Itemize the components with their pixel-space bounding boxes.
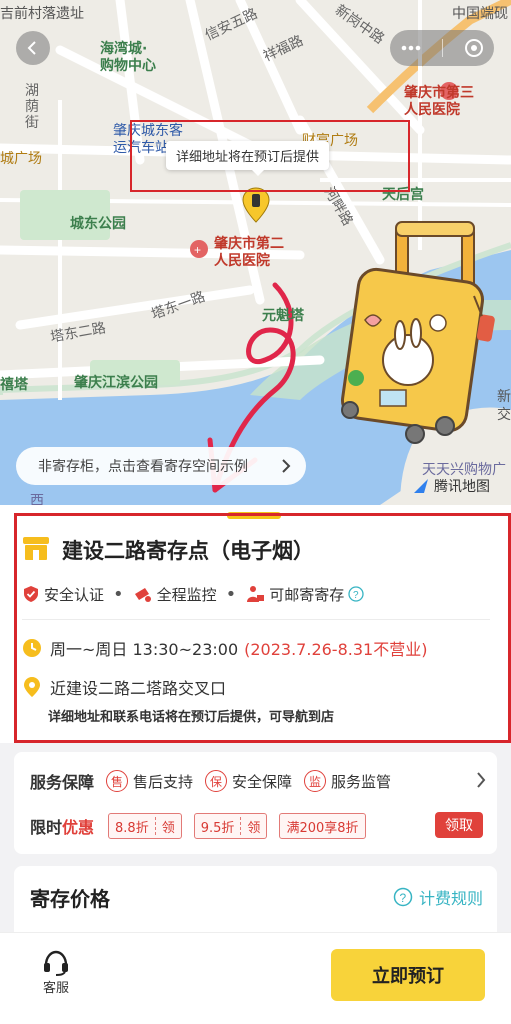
coupon-95[interactable]: 9.5折 领 — [193, 813, 268, 839]
close-target-icon[interactable] — [464, 38, 484, 58]
billing-rules-label: 计费规则 — [418, 889, 483, 908]
svg-text:?: ? — [399, 891, 406, 905]
map-label-third-hospital-2: 人民医院 — [404, 102, 460, 118]
map-label-plaza: 城广场 — [0, 151, 42, 167]
map-view[interactable]: + 吉前村落遗址 信安五路 祥福路 新岗中路 中国端砚 海湾城· 购物中心 湖 … — [0, 0, 511, 505]
coupon-cut — [240, 817, 242, 835]
promo-title: 限时优惠 — [30, 814, 94, 838]
map-label-zhongguo: 中国端砚 — [452, 6, 508, 22]
service-item-label: 售后支持 — [133, 772, 194, 791]
store-icon — [22, 535, 50, 565]
divider — [22, 619, 490, 620]
map-label-jiao: 交 — [497, 407, 511, 423]
customer-service-button[interactable]: 客服 — [38, 949, 74, 996]
camera-icon — [134, 588, 151, 602]
coupon-text: 8.8折 — [115, 820, 149, 836]
svg-text:?: ? — [353, 590, 359, 601]
map-label-village: 吉前村落遗址 — [0, 6, 84, 22]
feature-certified-label: 安全认证 — [44, 585, 105, 604]
map-label-haiwan-2: 购物中心 — [100, 58, 156, 74]
more-icon[interactable] — [401, 45, 421, 51]
map-label-second-hospital-2: 人民医院 — [214, 253, 270, 269]
map-label-xiangta: 禧塔 — [0, 377, 28, 393]
help-circle-icon: ? — [393, 887, 413, 907]
coupon-cut — [154, 817, 156, 835]
safety-badge-icon: 保 — [205, 770, 228, 792]
map-label-hupin-3: 街 — [25, 115, 39, 131]
store-info-card: 建设二路寄存点（电子烟） 安全认证 • 全程监控 • 可邮寄寄存 ? 周一~周日… — [0, 505, 511, 743]
map-label-xi: 西 — [30, 493, 44, 505]
closed-notice: (2023.7.26-8.31不营业) — [244, 640, 428, 659]
coupon-text: 满200享8折 — [286, 820, 359, 836]
customer-service-label: 客服 — [42, 981, 69, 996]
storage-example-link[interactable]: 非寄存柜，点击查看寄存空间示例 — [16, 447, 306, 485]
store-address: 近建设二路二塔路交叉口 — [22, 675, 226, 699]
help-circle-icon[interactable]: ? — [348, 586, 364, 602]
business-hours: 周一~周日 13:30~23:00 (2023.7.26-8.31不营业) — [22, 636, 427, 660]
store-address-text: 近建设二路二塔路交叉口 — [50, 679, 227, 698]
service-item-supervision: 监 服务监管 — [304, 770, 391, 792]
service-item-aftersales: 售 售后支持 — [106, 770, 193, 792]
coupon-action: 领 — [161, 820, 175, 836]
coupon-text: 9.5折 — [200, 820, 235, 836]
supervision-badge-icon: 监 — [304, 770, 327, 792]
service-item-safety: 保 安全保障 — [205, 770, 292, 792]
shield-check-icon — [24, 586, 38, 602]
feature-monitoring-label: 全程监控 — [156, 585, 217, 604]
store-name: 建设二路寄存点（电子烟） — [62, 539, 314, 563]
map-label-yuankui: 元魁塔 — [262, 308, 304, 324]
service-item-label: 安全保障 — [232, 772, 293, 791]
address-tooltip: 详细地址将在预订后提供 — [166, 141, 330, 176]
chevron-right-icon[interactable] — [475, 770, 487, 790]
feature-monitoring: 全程监控 — [133, 584, 217, 605]
service-card[interactable]: 服务保障 售 售后支持 保 安全保障 监 服务监管 限时优惠 8.8折 领 9.… — [14, 752, 497, 854]
map-provider-label: 腾讯地图 — [434, 479, 490, 495]
service-guarantee-row: 服务保障 售 售后支持 保 安全保障 监 服务监管 — [30, 769, 403, 793]
feature-list: 安全认证 • 全程监控 • 可邮寄寄存 ? — [22, 583, 364, 605]
headset-icon — [44, 950, 68, 976]
map-label-jiangbin: 肇庆江滨公园 — [74, 375, 158, 391]
map-provider: 腾讯地图 — [412, 476, 490, 496]
promo-title-b: 优惠 — [62, 818, 95, 837]
svg-text:+: + — [194, 243, 201, 257]
clock-icon — [23, 639, 41, 657]
coupon-action: 领 — [247, 820, 261, 836]
bottom-action-bar: 客服 立即预订 — [0, 932, 511, 1024]
mini-program-capsule — [390, 30, 494, 66]
coupon-88[interactable]: 8.8折 领 — [108, 813, 182, 839]
price-title-text: 寄存价格 — [30, 887, 110, 911]
coupon-200-off[interactable]: 满200享8折 — [279, 813, 366, 839]
feature-separator: • — [113, 583, 124, 605]
capsule-divider — [441, 39, 443, 57]
chevron-left-icon — [27, 41, 36, 55]
back-button[interactable] — [16, 31, 50, 65]
claim-button[interactable]: 领取 — [435, 812, 483, 838]
feature-certified: 安全认证 — [22, 584, 104, 605]
aftersales-badge-icon: 售 — [106, 770, 129, 792]
person-package-icon — [247, 586, 265, 602]
book-now-button[interactable]: 立即预订 — [331, 949, 485, 1001]
billing-rules-link[interactable]: ? 计费规则 — [393, 885, 483, 909]
chevron-right-icon — [282, 459, 291, 473]
service-title: 服务保障 — [30, 773, 95, 792]
map-label-park: 城东公园 — [70, 216, 126, 232]
promotion-row: 限时优惠 8.8折 领 9.5折 领 满200享8折 — [30, 813, 378, 839]
business-hours-text: 周一~周日 13:30~23:00 — [50, 640, 239, 659]
storage-example-text: 非寄存柜，点击查看寄存空间示例 — [38, 459, 248, 475]
address-note: 详细地址和联系电话将在预订后提供，可导航到店 — [48, 710, 335, 725]
location-pin-icon — [24, 677, 40, 697]
promo-title-a: 限时 — [30, 818, 63, 837]
service-item-label: 服务监管 — [331, 772, 392, 791]
price-title: 寄存价格 — [30, 883, 114, 912]
tencent-map-logo-icon — [414, 479, 428, 493]
feature-mail-storage: 可邮寄寄存 ? — [245, 584, 364, 605]
feature-mail-storage-label: 可邮寄寄存 — [269, 585, 345, 604]
map-label-xin: 新 — [497, 389, 511, 405]
feature-separator: • — [225, 583, 237, 605]
